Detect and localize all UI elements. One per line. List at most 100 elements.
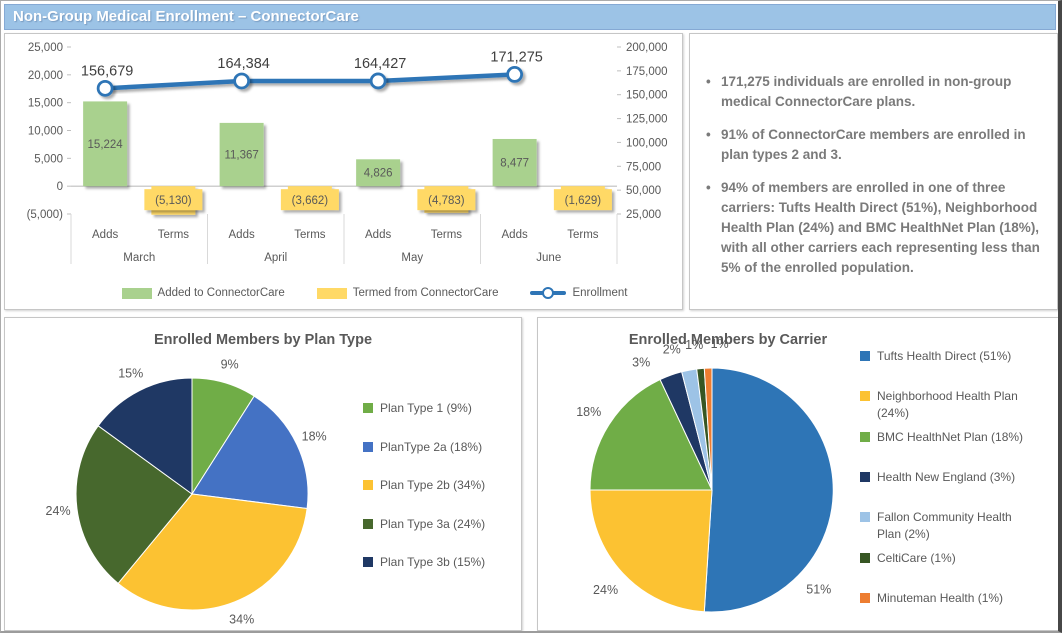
legend-label: Tufts Health Direct (51%) [877,349,1011,363]
combo-chart-legend: Added to ConnectorCare Termed from Connec… [5,278,684,308]
legend-label: Added to ConnectorCare [158,287,285,299]
legend-swatch [860,351,870,361]
legend-swatch [317,288,347,299]
enrollment-value-label: 164,384 [217,56,269,72]
plan-type-pie-chart: 9%18%34%24%15% [5,318,521,630]
left-axis-tick-label: 15,000 [28,98,63,110]
legend-item: BMC HealthNet Plan (18%) [860,429,1035,446]
enrollment-line-swatch [530,291,566,296]
pie-percent-label: 34% [229,613,254,627]
enrollment-combo-chart: 25,000 20,000 15,000 10,000 5,000 0 (5,000) 200… [5,34,682,280]
legend-item: Termed from ConnectorCare [317,287,499,299]
pie-percent-label: 24% [593,583,618,597]
legend-swatch [860,553,870,563]
right-axis-tick-label: 125,000 [626,114,668,126]
legend-swatch [363,519,373,529]
left-axis-tick-label: 20,000 [28,70,63,82]
legend-label: Termed from ConnectorCare [353,287,499,299]
legend-item: Plan Type 3a (24%) [363,516,538,533]
page-title: Non-Group Medical Enrollment – Connector… [4,4,1056,30]
category-label: Adds [365,229,391,241]
legend-label: Plan Type 1 (9%) [380,401,472,415]
category-label: Terms [431,229,463,241]
enrollment-line [105,74,515,88]
pie-percent-label: 1% [685,338,703,352]
right-axis-tick-label: 75,000 [626,161,661,173]
left-axis-tick-label: (5,000) [27,209,64,221]
legend-swatch [860,432,870,442]
legend-label: BMC HealthNet Plan (18%) [877,430,1023,444]
category-label: Terms [294,229,326,241]
legend-item: Minuteman Health (1%) [860,590,1035,607]
adds-value-label: 11,367 [224,150,258,162]
legend-item: Plan Type 1 (9%) [363,400,538,417]
right-axis-tick-label: 175,000 [626,66,668,78]
legend-item: Tufts Health Direct (51%) [860,348,1035,365]
pie-percent-label: 2% [663,343,681,357]
plan-type-pie-panel[interactable]: Enrolled Members by Plan Type 9%18%34%24… [4,317,522,631]
left-axis-tick-label: 10,000 [28,126,63,138]
enrollment-marker [371,74,385,88]
month-label: March [123,252,155,264]
legend-item: Plan Type 3b (15%) [363,554,538,571]
legend-item: PlanType 2a (18%) [363,439,538,456]
legend-label: Fallon Community Health Plan (2%) [877,510,1012,541]
legend-swatch [363,557,373,567]
enrollment-value-label: 171,275 [490,49,542,65]
legend-label: Plan Type 2b (34%) [380,478,485,492]
pie-percent-label: 3% [632,355,650,369]
terms-value-label: (3,662) [292,195,329,207]
category-label: Terms [567,229,599,241]
pie-percent-label: 1% [711,337,729,351]
legend-item: Plan Type 2b (34%) [363,477,538,494]
category-label: Adds [502,229,528,241]
adds-value-label: 8,477 [500,158,529,170]
legend-item: Enrollment [530,287,627,299]
pie-percent-label: 24% [46,504,71,518]
enrollment-marker [235,74,249,88]
right-axis-tick-label: 200,000 [626,42,668,54]
legend-label: PlanType 2a (18%) [380,440,482,454]
enrollment-combo-chart-panel[interactable]: 25,000 20,000 15,000 10,000 5,000 0 (5,000) 200… [4,33,683,310]
summary-bullet: 94% of members are enrolled in one of th… [704,178,1047,278]
legend-swatch [363,480,373,490]
category-label: Adds [229,229,255,241]
right-axis-tick-label: 25,000 [626,209,661,221]
month-label: April [264,252,287,264]
legend-item: Health New England (3%) [860,469,1035,486]
left-axis-tick-label: 5,000 [34,153,63,165]
summary-bullet-list: 171,275 individuals are enrolled in non-… [690,34,1057,278]
legend-label: Health New England (3%) [877,470,1015,484]
left-axis-tick-label: 0 [57,181,63,193]
legend-swatch [363,403,373,413]
legend-label: Plan Type 3b (15%) [380,555,485,569]
pie-slice [704,368,833,612]
legend-swatch [860,593,870,603]
adds-value-label: 15,224 [88,139,124,151]
pie-percent-label: 18% [302,430,327,444]
summary-bullet: 91% of ConnectorCare members are enrolle… [704,125,1047,165]
category-label: Terms [158,229,190,241]
terms-value-label: (5,130) [155,195,192,207]
enrollment-marker [98,81,112,95]
terms-value-label: (1,629) [565,195,602,207]
legend-swatch [860,512,870,522]
left-axis-tick-label: 25,000 [28,42,63,54]
terms-value-label: (4,783) [428,195,465,207]
pie-percent-label: 18% [576,405,601,419]
connectorcare-dashboard: Non-Group Medical Enrollment – Connector… [0,0,1062,633]
legend-label: Neighborhood Health Plan (24%) [877,389,1018,420]
legend-swatch [860,391,870,401]
legend-label: CeltiCare (1%) [877,551,956,565]
pie-percent-label: 51% [806,583,831,597]
carrier-pie-panel[interactable]: Enrolled Members by Carrier 51%24%18%3%2… [537,317,1059,631]
summary-bullet: 171,275 individuals are enrolled in non-… [704,72,1047,112]
pie-percent-label: 9% [221,357,239,371]
legend-label: Minuteman Health (1%) [877,591,1003,605]
legend-item: Neighborhood Health Plan (24%) [860,388,1035,422]
legend-item: Fallon Community Health Plan (2%) [860,509,1035,543]
legend-swatch [860,472,870,482]
right-axis-tick-label: 50,000 [626,185,661,197]
right-axis-tick-label: 100,000 [626,137,668,149]
legend-swatch [363,442,373,452]
